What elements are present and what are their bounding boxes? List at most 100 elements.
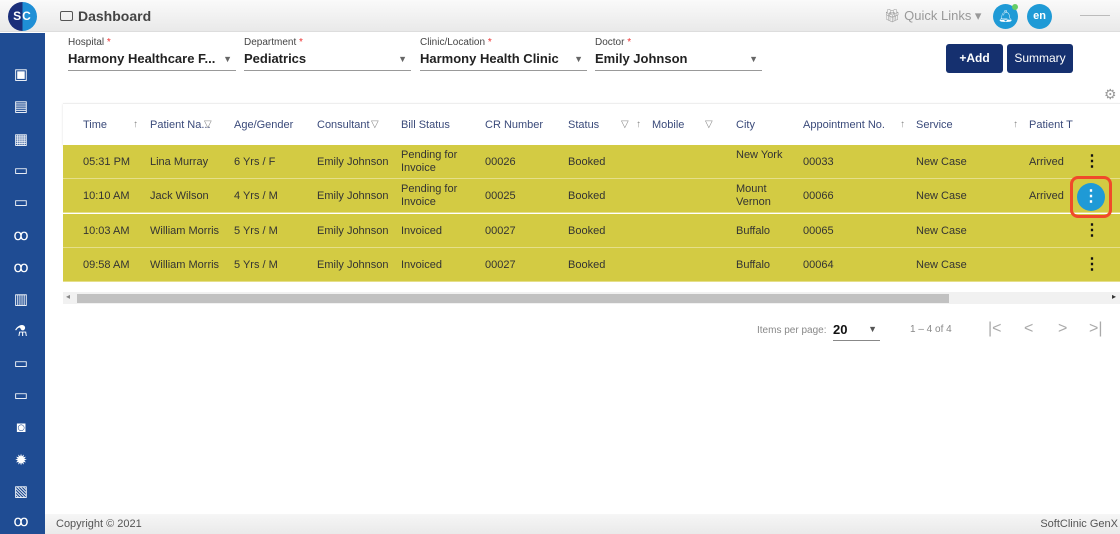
id-card-icon[interactable]: ▤ — [11, 98, 31, 116]
cell-patient: William Morris — [150, 259, 219, 272]
cell-city: Buffalo — [736, 225, 786, 238]
cell-ptype: Arrived — [1029, 190, 1064, 203]
col-cr-number[interactable]: CR Number — [485, 119, 543, 131]
cell-cr: 00026 — [485, 156, 516, 169]
col-patient-name[interactable]: Patient Na... — [150, 119, 211, 131]
cell-status: Booked — [568, 156, 605, 169]
top-bar: SC Dashboard 🎁︎ Quick Links ▾ 🔔︎ en — [0, 0, 1120, 32]
users-icon[interactable]: ꝏ — [11, 227, 31, 245]
table-row[interactable]: 05:31 PMLina Murray6 Yrs / FEmily Johnso… — [63, 145, 1120, 179]
monitor-icon[interactable]: ▭ — [11, 194, 31, 212]
row-actions-button-highlighted[interactable]: ⋮ — [1070, 176, 1112, 218]
dashboard-icon[interactable]: ▣ — [11, 66, 31, 84]
clinic-select[interactable]: Clinic/Location * Harmony Health Clinic ▼ — [420, 37, 587, 71]
cell-consultant: Emily Johnson — [317, 156, 389, 169]
scroll-right-icon[interactable]: ▸ — [1112, 292, 1116, 301]
settings-gear-icon[interactable]: ⚙ — [1104, 86, 1117, 103]
cell-bill: Invoiced — [401, 225, 471, 238]
department-select[interactable]: Department * Pediatrics▼ — [244, 37, 411, 71]
clipboard-icon[interactable]: ▥ — [11, 291, 31, 309]
cell-cr: 00025 — [485, 190, 516, 203]
book-icon[interactable]: ▧ — [11, 483, 31, 501]
cell-appt: 00033 — [803, 156, 834, 169]
col-service[interactable]: Service — [916, 119, 953, 131]
col-age-gender[interactable]: Age/Gender — [234, 119, 293, 131]
summary-button[interactable]: Summary — [1007, 44, 1073, 73]
chevron-down-icon: ▼ — [398, 54, 407, 64]
table-row[interactable]: 09:58 AMWilliam Morris5 Yrs / MEmily Joh… — [63, 248, 1120, 282]
table-row[interactable]: 10:10 AMJack Wilson4 Yrs / MEmily Johnso… — [63, 179, 1120, 213]
doctor-select[interactable]: Doctor * Emily Johnson▼ — [595, 37, 762, 71]
cell-bill: Pending for Invoice — [401, 183, 471, 209]
sort-arrow-icon[interactable]: ↑ — [900, 119, 905, 130]
users-icon[interactable]: ꝏ — [11, 259, 31, 277]
doctor-value: Emily Johnson — [595, 51, 687, 66]
more-vertical-icon: ⋮ — [1077, 183, 1105, 211]
clinic-value: Harmony Health Clinic — [420, 51, 559, 66]
calendar-icon[interactable]: ▦ — [11, 131, 31, 149]
notification-bell-button[interactable]: 🔔︎ — [993, 4, 1018, 29]
col-bill-status[interactable]: Bill Status — [401, 119, 450, 131]
safe-icon[interactable]: ◙ — [11, 419, 31, 437]
hospital-select[interactable]: Hospital * Harmony Healthcare F...▼ — [68, 37, 236, 71]
monitor-icon[interactable]: ▭ — [11, 162, 31, 180]
monitor-icon[interactable]: ▭ — [11, 387, 31, 405]
sort-arrow-icon[interactable]: ↑ — [1013, 119, 1018, 130]
col-city[interactable]: City — [736, 119, 755, 131]
cell-time: 10:03 AM — [83, 225, 129, 238]
cell-cr: 00027 — [485, 225, 516, 238]
chevron-down-icon: ▼ — [749, 54, 758, 64]
items-per-page-select[interactable]: 20 ▼ — [833, 321, 880, 341]
flask-icon[interactable]: ⚗ — [11, 323, 31, 341]
row-actions-button[interactable]: ⋮ — [1084, 152, 1100, 172]
chevron-down-icon: ▼ — [868, 324, 877, 334]
table-row[interactable]: 10:03 AMWilliam Morris5 Yrs / MEmily Joh… — [63, 214, 1120, 248]
app-logo[interactable]: SC — [8, 2, 37, 31]
col-appointment-no[interactable]: Appointment No. — [803, 119, 885, 131]
cell-patient: Lina Murray — [150, 156, 208, 169]
page-title-text: Dashboard — [78, 8, 151, 24]
cell-bill: Pending for Invoice — [401, 149, 471, 175]
filter-icon[interactable]: ▽ — [371, 119, 379, 130]
clinic-label: Clinic/Location * — [420, 37, 587, 48]
row-actions-button[interactable]: ⋮ — [1084, 221, 1100, 241]
col-status[interactable]: Status — [568, 119, 599, 131]
briefcase-icon — [60, 11, 73, 21]
department-label: Department * — [244, 37, 411, 48]
horizontal-scrollbar[interactable]: ◂ ▸ — [63, 292, 1120, 304]
cell-time: 10:10 AM — [83, 190, 129, 203]
monitor-icon[interactable]: ▭ — [11, 355, 31, 373]
cell-service: New Case — [916, 259, 967, 272]
sort-arrow-icon[interactable]: ↑ — [133, 119, 138, 130]
cell-city: Mount Vernon — [736, 183, 786, 209]
filter-icon[interactable]: ▽ — [204, 119, 212, 130]
filter-icon[interactable]: ▽ — [705, 119, 713, 130]
users-icon[interactable]: ꝏ — [11, 513, 31, 531]
next-page-icon[interactable]: > — [1058, 320, 1067, 338]
badge-icon[interactable]: ✹ — [11, 452, 31, 470]
col-patient-type[interactable]: Patient T — [1029, 119, 1073, 131]
col-mobile[interactable]: Mobile — [652, 119, 684, 131]
copyright: Copyright © 2021 — [56, 518, 142, 530]
sort-arrow-icon[interactable]: ↑ — [636, 119, 641, 130]
hospital-label: Hospital * — [68, 37, 236, 48]
filter-icon[interactable]: ▽ — [621, 119, 629, 130]
scroll-left-icon[interactable]: ◂ — [66, 292, 70, 301]
items-per-page-label: Items per page: — [757, 325, 826, 336]
cell-patient: Jack Wilson — [150, 190, 209, 203]
previous-page-icon[interactable]: < — [1024, 320, 1033, 338]
chevron-down-icon: ▼ — [574, 54, 583, 64]
col-time[interactable]: Time — [83, 119, 107, 131]
col-consultant[interactable]: Consultant — [317, 119, 370, 131]
chevron-down-icon: ▼ — [223, 54, 232, 64]
first-page-icon[interactable]: |< — [988, 320, 1002, 338]
language-button[interactable]: en — [1027, 4, 1052, 29]
scrollbar-thumb[interactable] — [77, 294, 949, 303]
cell-patient: William Morris — [150, 225, 219, 238]
cell-time: 05:31 PM — [83, 156, 130, 169]
last-page-icon[interactable]: >| — [1089, 320, 1103, 338]
row-actions-button[interactable]: ⋮ — [1084, 255, 1100, 275]
quick-links-menu[interactable]: 🎁︎ Quick Links ▾ — [884, 8, 981, 24]
add-button[interactable]: +Add — [946, 44, 1003, 73]
cell-age: 5 Yrs / M — [234, 259, 278, 272]
